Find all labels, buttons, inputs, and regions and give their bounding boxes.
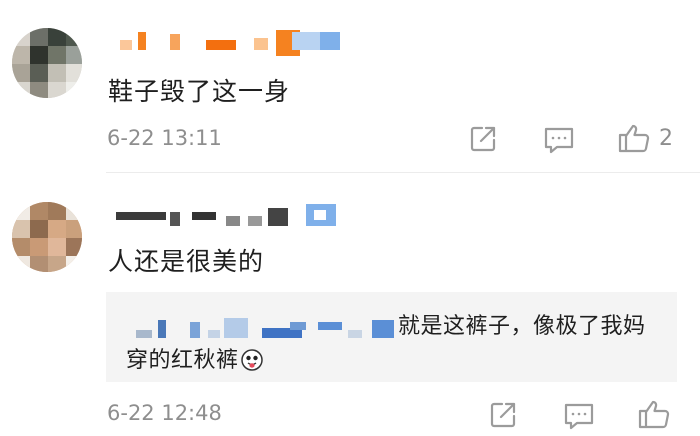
- like-button[interactable]: 2: [617, 122, 673, 154]
- comment-icon[interactable]: [543, 125, 575, 155]
- username-redacted[interactable]: [108, 30, 348, 56]
- share-icon[interactable]: [488, 400, 518, 430]
- thumbs-up-icon: [617, 122, 651, 154]
- reply-preview[interactable]: 就是这裤子，像极了我妈穿的红秋裤: [106, 292, 677, 382]
- reply-text-wrap: 就是这裤子，像极了我妈穿的红秋裤: [126, 310, 646, 382]
- comment-text: 人还是很美的: [108, 247, 265, 276]
- reply-text: 就是这裤子，像极了我妈穿的红秋裤: [126, 314, 646, 373]
- avatar[interactable]: [12, 28, 82, 98]
- comment-item: 人还是很美的 就是这裤子，像极了我妈穿的红秋裤 6-22 12:48: [0, 172, 700, 436]
- comment-icon[interactable]: [563, 401, 595, 431]
- like-count: 2: [659, 125, 673, 151]
- like-button[interactable]: [637, 398, 671, 430]
- tongue-emoji-icon: [240, 348, 263, 382]
- comment-timestamp: 6-22 12:48: [107, 401, 222, 425]
- comment-item: 鞋子毁了这一身 6-22 13:11 2: [0, 0, 700, 172]
- comment-timestamp: 6-22 13:11: [107, 126, 222, 150]
- avatar[interactable]: [12, 202, 82, 272]
- comment-text: 鞋子毁了这一身: [108, 77, 291, 106]
- share-icon[interactable]: [468, 124, 498, 154]
- username-redacted[interactable]: [108, 200, 348, 226]
- thumbs-up-icon: [637, 398, 671, 430]
